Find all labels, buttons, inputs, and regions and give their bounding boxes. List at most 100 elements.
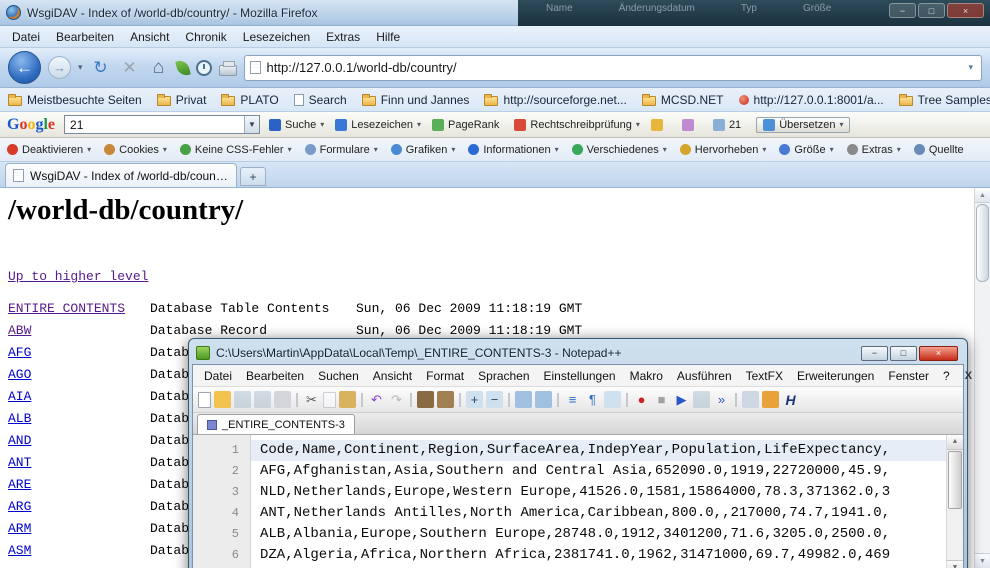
bookmark-item[interactable]: Meistbesuchte Seiten — [8, 93, 142, 107]
show-all-chars-icon[interactable]: ¶ — [584, 391, 601, 408]
google-toolbar-button[interactable]: Lesezeichen ▾ — [335, 119, 421, 131]
history-dropdown-icon[interactable]: ▾ — [78, 62, 83, 73]
google-toolbar-button[interactable] — [651, 119, 671, 131]
close-button[interactable]: × — [919, 346, 958, 361]
record-macro-icon[interactable]: ● — [633, 391, 650, 408]
stop-record-icon[interactable]: ■ — [653, 391, 670, 408]
home-icon[interactable]: ⌂ — [148, 57, 170, 79]
back-button[interactable]: ← — [8, 51, 41, 84]
webdev-toolbar-button[interactable]: Grafiken ▾ — [391, 144, 456, 156]
webdev-toolbar-button[interactable]: Extras ▾ — [847, 144, 901, 156]
firefox-titlebar[interactable]: NameÄnderungsdatumTypGröße WsgiDAV - Ind… — [0, 0, 990, 26]
sync-scroll-v-icon[interactable] — [515, 391, 532, 408]
entry-link[interactable]: ASM — [8, 540, 150, 562]
cut-icon[interactable]: ✂ — [303, 391, 320, 408]
undo-icon[interactable]: ↶ — [368, 391, 385, 408]
bookmark-item[interactable]: http://sourceforge.net... — [484, 93, 626, 107]
entry-link[interactable]: ENTIRE CONTENTS — [8, 298, 150, 320]
editor-scrollbar[interactable]: ▲ ▼ — [946, 435, 963, 568]
addon-leaf-icon[interactable] — [175, 58, 191, 76]
toolbar-separator[interactable] — [735, 393, 737, 407]
toolbar-separator[interactable] — [508, 393, 510, 407]
entry-link[interactable]: AFG — [8, 342, 150, 364]
redo-icon[interactable]: ↷ — [388, 391, 405, 408]
webdev-toolbar-button[interactable]: Formulare ▾ — [305, 144, 378, 156]
scroll-down-icon[interactable]: ▼ — [975, 553, 990, 568]
save-macro-icon[interactable] — [693, 391, 710, 408]
menubar-close-button[interactable]: X — [957, 370, 980, 382]
new-file-icon[interactable] — [198, 392, 211, 408]
print-icon[interactable] — [274, 391, 291, 408]
menu-item[interactable]: Suchen — [311, 367, 366, 385]
replace-icon[interactable] — [437, 391, 454, 408]
bookmark-item[interactable]: Tree Samples — [899, 93, 990, 107]
entry-link[interactable]: AGO — [8, 364, 150, 386]
bookmark-item[interactable]: PLATO — [221, 93, 278, 107]
entry-link[interactable]: AIA — [8, 386, 150, 408]
paste-icon[interactable] — [339, 391, 356, 408]
new-tab-button[interactable]: + — [240, 167, 266, 186]
stop-icon[interactable]: ✕ — [119, 58, 141, 78]
google-toolbar-button[interactable] — [682, 119, 702, 131]
zoom-out-icon[interactable]: − — [486, 391, 503, 408]
history-clock-icon[interactable] — [196, 60, 212, 76]
toolbar-separator[interactable] — [626, 393, 628, 407]
bookmark-item[interactable]: MCSD.NET — [642, 93, 724, 107]
close-button[interactable]: × — [947, 3, 984, 18]
entry-link[interactable]: ARE — [8, 474, 150, 496]
entry-link[interactable]: ARM — [8, 518, 150, 540]
browser-preview-icon[interactable] — [762, 391, 779, 408]
webdev-toolbar-button[interactable]: Größe ▾ — [779, 144, 833, 156]
menu-item[interactable]: Hilfe — [368, 28, 408, 46]
copy-icon[interactable] — [323, 392, 336, 408]
google-search-input[interactable]: 21 — [65, 118, 244, 132]
menu-item[interactable]: Fenster — [881, 367, 936, 385]
menu-item[interactable]: Erweiterungen — [790, 367, 881, 385]
bookmark-item[interactable]: Privat — [157, 93, 207, 107]
forward-button[interactable]: → — [48, 56, 71, 79]
menu-item[interactable]: Format — [419, 367, 471, 385]
html-viewer-icon[interactable]: H — [782, 391, 799, 408]
text-editor[interactable]: 1 Code,Name,Continent,Region,SurfaceArea… — [193, 435, 963, 568]
webdev-toolbar-button[interactable]: Quellte — [914, 144, 968, 156]
minimize-button[interactable]: − — [861, 346, 888, 361]
open-folder-icon[interactable] — [214, 391, 231, 408]
word-wrap-icon[interactable]: ≡ — [564, 391, 581, 408]
menu-item[interactable]: Ausführen — [670, 367, 739, 385]
google-search-box[interactable]: 21 ▼ — [64, 115, 260, 134]
maximize-button[interactable]: □ — [918, 3, 945, 18]
sync-scroll-h-icon[interactable] — [535, 391, 552, 408]
menu-item[interactable]: Lesezeichen — [235, 28, 318, 46]
google-toolbar-button[interactable]: Übersetzen ▾ — [756, 117, 850, 133]
scrollbar-thumb[interactable] — [948, 451, 962, 509]
webdev-toolbar-button[interactable]: Verschiedenes ▾ — [572, 144, 667, 156]
entry-link[interactable]: ABW — [8, 320, 150, 342]
menu-item[interactable]: Extras — [318, 28, 368, 46]
run-macro-multiple-icon[interactable]: » — [713, 391, 730, 408]
scroll-up-icon[interactable]: ▲ — [975, 188, 990, 203]
google-toolbar-button[interactable]: 21 — [713, 119, 745, 131]
google-toolbar-button[interactable]: Suche ▾ — [269, 119, 324, 131]
toolbar-separator[interactable] — [361, 393, 363, 407]
toolbar-separator[interactable] — [459, 393, 461, 407]
entry-link[interactable]: ANT — [8, 452, 150, 474]
search-history-dropdown-icon[interactable]: ▼ — [244, 116, 259, 133]
webdev-toolbar-button[interactable]: Cookies ▾ — [104, 144, 167, 156]
scroll-down-icon[interactable]: ▼ — [947, 560, 963, 568]
save-all-icon[interactable] — [254, 391, 271, 408]
menu-item[interactable]: Chronik — [177, 28, 234, 46]
entry-link[interactable]: AND — [8, 430, 150, 452]
url-text[interactable]: http://127.0.0.1/world-db/country/ — [267, 60, 457, 75]
webdev-toolbar-button[interactable]: Deaktivieren ▾ — [7, 144, 91, 156]
toolbar-separator[interactable] — [410, 393, 412, 407]
reload-icon[interactable]: ↻ — [90, 58, 112, 78]
play-macro-icon[interactable]: ▶ — [673, 391, 690, 408]
menu-item[interactable]: Ansicht — [122, 28, 177, 46]
menu-item[interactable]: Datei — [197, 367, 239, 385]
menu-item[interactable]: Einstellungen — [537, 367, 623, 385]
menu-item[interactable]: TextFX — [739, 367, 790, 385]
menu-item[interactable]: Datei — [4, 28, 48, 46]
url-dropdown-icon[interactable]: ▾ — [965, 62, 976, 73]
menu-item[interactable]: Makro — [623, 367, 670, 385]
find-icon[interactable] — [417, 391, 434, 408]
